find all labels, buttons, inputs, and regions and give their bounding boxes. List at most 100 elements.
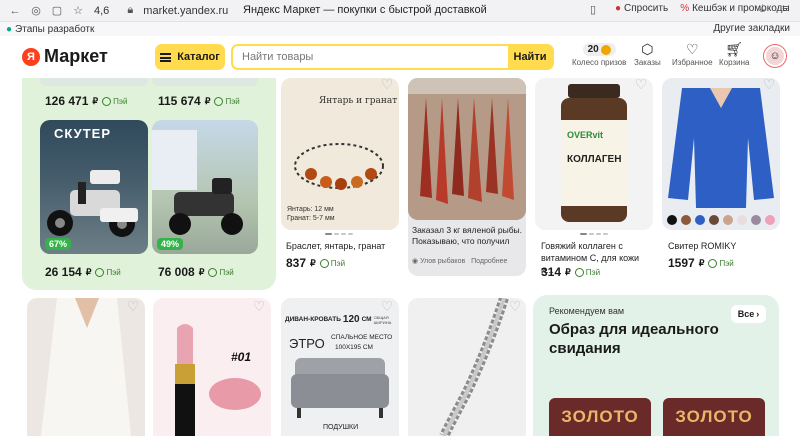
chain-illustration [439, 298, 509, 436]
product-price[interactable]: 314 ₽ Пэй [541, 265, 600, 279]
favorite-heart-icon[interactable]: ♡ [126, 299, 140, 313]
product-image[interactable] [152, 78, 258, 86]
address-bar[interactable]: 🔒︎ market.yandex.ru [123, 4, 228, 18]
product-feed: 126 471 ₽ Пэй 115 674 ₽ Пэй СКУТЕР 67% 49%… [0, 78, 800, 436]
product-image-bracelet[interactable]: Янтарь и гранат Янтарь: 12 мм Гранат: 5-… [281, 78, 399, 230]
product-price[interactable]: 837 ₽ Пэй [286, 256, 345, 270]
coins-count: 20 [587, 44, 599, 55]
product-image-collagen[interactable]: OVERvit КОЛЛАГЕН [535, 78, 653, 230]
see-all-button[interactable]: Все › [731, 305, 766, 323]
promo-subtitle: Рекомендуем вам [549, 306, 625, 316]
coins-badge: 20 [582, 43, 616, 56]
search-button[interactable]: Найти [508, 46, 552, 68]
market-logo[interactable]: Я Маркет [22, 46, 108, 67]
nav-orders[interactable]: ⬡ Заказы [634, 41, 661, 67]
product-price[interactable]: 1597 ₽ Пэй [668, 256, 734, 270]
url-text[interactable]: market.yandex.ru [143, 5, 228, 17]
pay-icon [574, 267, 584, 277]
product-image-chain[interactable] [408, 298, 526, 436]
article-more-link[interactable]: Подробнее [471, 258, 507, 265]
product-image-sofa[interactable]: ДИВАН-КРОВАТЬ 120 СМ ОБЩАЯ ШИРИНА ЭТРО С… [281, 298, 399, 436]
burger-icon [160, 52, 172, 62]
pay-icon [102, 96, 112, 106]
nav-favorites[interactable]: ♡ Избранное [672, 41, 713, 67]
pay-badge: Пэй [208, 267, 234, 277]
promo-title[interactable]: Образ для идеального свидания [549, 320, 719, 358]
currency: ₽ [85, 266, 92, 277]
product-image-scooter[interactable]: СКУТЕР 67% [40, 120, 148, 254]
product-title[interactable]: Браслет, янтарь, гранат [286, 240, 385, 252]
image-dots [580, 233, 608, 235]
cashback-label: Кешбэк и промокоды [692, 3, 790, 14]
pay-label: Пэй [225, 96, 240, 106]
ask-label: Спросить [624, 3, 669, 14]
search-input[interactable] [233, 46, 508, 68]
pay-icon [95, 267, 105, 277]
recommendation-block[interactable]: Рекомендуем вам Образ для идеального сви… [533, 295, 779, 436]
tab-title: Яндекс Маркет — покупки с быстрой достав… [243, 4, 487, 16]
product-image[interactable] [40, 78, 148, 86]
product-image-lipstick[interactable]: #01 [153, 298, 271, 436]
bookmark-icon[interactable]: ▯ [590, 3, 596, 16]
product-price[interactable]: 26 154 ₽ Пэй [45, 265, 121, 279]
product-title[interactable]: Свитер ROMIKY [668, 240, 736, 252]
favorite-heart-icon[interactable]: ♡ [762, 78, 776, 91]
product-price[interactable]: 115 674 ₽ Пэй [158, 94, 240, 108]
favorite-heart-icon[interactable]: ♡ [380, 299, 394, 313]
product-image-scooter[interactable]: 49% [152, 120, 258, 254]
pay-badge: Пэй [319, 258, 346, 268]
favorite-heart-icon[interactable]: ♡ [634, 78, 648, 91]
site-rating: 4,6 [94, 4, 110, 17]
nav-prizes-label: Колесо призов [572, 58, 627, 67]
other-bookmarks[interactable]: Другие закладки [713, 23, 790, 34]
market-header: Я Маркет Каталог Найти 20 Колесо призов … [0, 36, 800, 78]
nav-favorites-label: Избранное [672, 58, 713, 67]
bookmark-item[interactable]: Этапы разработк [15, 24, 94, 35]
chevron-right-icon: › [756, 309, 760, 319]
security-icon[interactable]: ▢ [50, 4, 64, 18]
scooter-illustration [152, 130, 243, 235]
price-value: 837 [286, 256, 307, 270]
favorite-heart-icon[interactable]: ♡ [252, 299, 266, 313]
pay-icon [319, 258, 329, 268]
lock-icon: 🔒︎ [127, 4, 134, 16]
favorite-heart-icon[interactable]: ♡ [380, 78, 394, 91]
download-icon[interactable]: ⤓ [760, 3, 765, 16]
article-footer: ◉ Улов рыбаков Подробнее [412, 257, 507, 265]
nav-cart[interactable]: 🛒︎ Корзина [719, 41, 749, 67]
product-price[interactable]: 76 008 ₽ Пэй [158, 265, 234, 279]
promo-gold-image[interactable]: ЗОЛОТО [663, 398, 765, 436]
pay-badge: Пэй [102, 96, 128, 106]
menu-icon[interactable]: ≡ [782, 3, 788, 15]
avatar[interactable]: ☺ [764, 45, 786, 67]
star-icon[interactable]: ☆ [71, 4, 85, 18]
profile-icon[interactable]: ◎ [29, 4, 43, 18]
promo-gold-image[interactable]: ЗОЛОТО [549, 398, 651, 436]
currency: ₽ [310, 257, 316, 268]
product-image-blouse[interactable] [27, 298, 145, 436]
ask-button[interactable]: ● Спросить [615, 3, 668, 14]
favorite-heart-icon[interactable]: ♡ [508, 299, 522, 313]
catalog-label: Каталог [177, 51, 220, 63]
product-image-sweater[interactable] [662, 78, 780, 230]
product-price[interactable]: 126 471 ₽ Пэй [45, 94, 127, 108]
back-icon[interactable]: ← [8, 4, 22, 18]
pay-label: Пэй [219, 267, 234, 277]
ask-icon: ● [615, 3, 622, 14]
article-caption[interactable]: Заказал 3 кг вяленой рыбы. Показываю, чт… [412, 225, 524, 247]
article-image-fish[interactable] [408, 78, 526, 220]
sweater-illustration [667, 88, 775, 225]
sofa-illustration [291, 358, 389, 418]
bracelet-spec: Янтарь: 12 мм [287, 206, 334, 213]
bookmarks-bar: ● Этапы разработк Другие закладки [0, 22, 800, 36]
browser-toolbar: ← ◎ ▢ ☆ 4,6 🔒︎ market.yandex.ru Яндекс М… [0, 0, 800, 22]
cashback-button[interactable]: % Кешбэк и промокоды [680, 3, 789, 14]
author-icon: ◉ [412, 258, 419, 265]
pay-icon [208, 267, 218, 277]
article-author[interactable]: Улов рыбаков [420, 258, 465, 265]
nav-prizes[interactable]: 20 Колесо призов [572, 41, 626, 67]
pay-label: Пэй [330, 258, 346, 268]
pay-label: Пэй [113, 96, 128, 106]
pay-badge: Пэй [708, 258, 734, 268]
catalog-button[interactable]: Каталог [155, 44, 225, 70]
